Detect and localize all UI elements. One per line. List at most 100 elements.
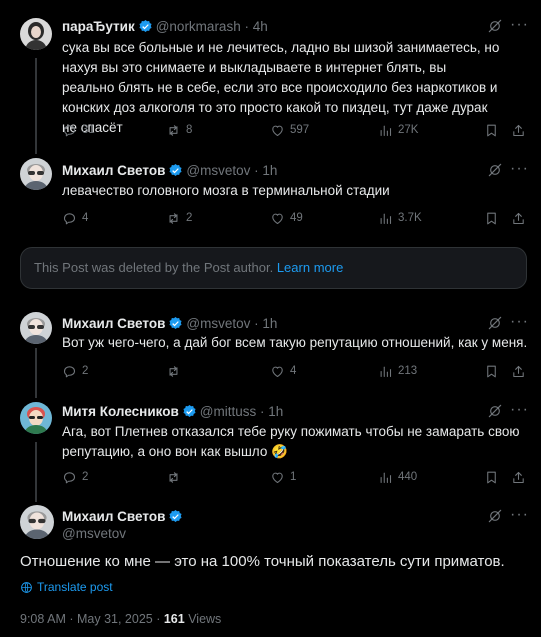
post-header: параЂутик @norkmarash · 4h xyxy=(62,18,268,38)
bookmark-button[interactable] xyxy=(484,467,499,487)
like-count: 597 xyxy=(290,124,310,136)
handle[interactable]: @norkmarash xyxy=(156,19,241,34)
handle[interactable]: @msvetov xyxy=(186,163,250,178)
translate-label: Translate post xyxy=(37,580,113,594)
grok-icon[interactable] xyxy=(487,18,503,34)
reply-button[interactable]: 31 xyxy=(62,120,95,140)
repost-icon xyxy=(166,364,181,379)
like-button[interactable]: 597 xyxy=(270,120,309,140)
reply-icon xyxy=(62,364,77,379)
display-name[interactable]: Михаил Светов xyxy=(62,509,165,524)
views-button[interactable]: 3.7K xyxy=(378,208,422,228)
share-icon xyxy=(511,364,526,379)
display-name[interactable]: параЂутик xyxy=(62,19,135,34)
translate-post-link[interactable]: Translate post xyxy=(20,580,113,594)
more-icon[interactable]: ··· xyxy=(510,314,529,330)
post-text: Ага, вот Плетнев отказался тебе руку пож… xyxy=(62,424,520,459)
views-count: 3.7K xyxy=(398,212,422,224)
views-button[interactable]: 440 xyxy=(378,467,417,487)
post-time[interactable]: 9:08 AM xyxy=(20,612,66,626)
bookmark-button[interactable] xyxy=(484,361,499,381)
action-bar: 4 2 49 3.7K xyxy=(62,208,534,228)
post-metadata: 9:08 AM · May 31, 2025 · 161 Views xyxy=(20,612,222,626)
grok-icon[interactable] xyxy=(487,508,503,524)
views-count: 27K xyxy=(398,124,419,136)
views-count: 161 xyxy=(163,612,185,626)
grok-icon[interactable] xyxy=(487,315,503,331)
repost-count: 2 xyxy=(186,212,193,224)
display-name[interactable]: Михаил Светов xyxy=(62,316,165,331)
avatar[interactable] xyxy=(20,158,52,190)
avatar[interactable] xyxy=(20,18,52,50)
action-bar: 31 8 597 27K xyxy=(62,120,534,140)
timestamp[interactable]: 4h xyxy=(253,19,268,34)
reply-icon xyxy=(62,123,77,138)
like-count: 49 xyxy=(290,212,303,224)
views-count: 213 xyxy=(398,365,418,377)
reply-button[interactable]: 4 xyxy=(62,208,88,228)
display-name[interactable]: Митя Колесников xyxy=(62,404,179,419)
timestamp[interactable]: 1h xyxy=(268,404,283,419)
avatar[interactable] xyxy=(20,505,54,539)
bookmark-button[interactable] xyxy=(484,120,499,140)
handle[interactable]: @msvetov xyxy=(62,526,126,541)
action-bar: 2 4 213 xyxy=(62,361,534,381)
share-icon xyxy=(511,211,526,226)
more-icon[interactable]: ··· xyxy=(510,161,529,177)
post-text: левачество головного мозга в терминально… xyxy=(62,183,390,198)
post-text: Вот уж чего-чего, а дай бог всем такую р… xyxy=(62,335,528,350)
verified-badge-icon xyxy=(138,19,153,38)
grok-icon[interactable] xyxy=(487,162,503,178)
share-button[interactable] xyxy=(511,361,526,381)
learn-more-link[interactable]: Learn more xyxy=(277,260,343,275)
repost-button[interactable]: 2 xyxy=(166,208,192,228)
share-button[interactable] xyxy=(511,120,526,140)
thread-line xyxy=(35,58,37,154)
more-icon[interactable]: ··· xyxy=(510,507,529,523)
views-count: 440 xyxy=(398,471,418,483)
reply-button[interactable]: 2 xyxy=(62,467,88,487)
repost-button[interactable] xyxy=(166,467,186,487)
bookmark-icon xyxy=(484,123,499,138)
more-icon[interactable]: ··· xyxy=(510,17,529,33)
display-name[interactable]: Михаил Светов xyxy=(62,163,165,178)
views-icon xyxy=(378,364,393,379)
timestamp[interactable]: 1h xyxy=(262,163,277,178)
like-icon xyxy=(270,211,285,226)
views-label: Views xyxy=(188,612,222,626)
action-bar: 2 1 440 xyxy=(62,467,534,487)
like-icon xyxy=(270,123,285,138)
handle[interactable]: @mittuss xyxy=(200,404,256,419)
timestamp[interactable]: 1h xyxy=(262,316,277,331)
views-button[interactable]: 27K xyxy=(378,120,418,140)
handle[interactable]: @msvetov xyxy=(186,316,250,331)
share-icon xyxy=(511,470,526,485)
share-button[interactable] xyxy=(511,467,526,487)
views-button[interactable]: 213 xyxy=(378,361,417,381)
post-header: Михаил Светов xyxy=(62,508,186,528)
bookmark-icon xyxy=(484,211,499,226)
like-icon xyxy=(270,364,285,379)
reply-button[interactable]: 2 xyxy=(62,361,88,381)
verified-badge-icon xyxy=(168,509,183,528)
post-date[interactable]: May 31, 2025 xyxy=(77,612,153,626)
repost-count: 8 xyxy=(186,124,193,136)
like-button[interactable]: 4 xyxy=(270,361,296,381)
like-button[interactable]: 49 xyxy=(270,208,303,228)
repost-button[interactable] xyxy=(166,361,186,381)
grok-icon[interactable] xyxy=(487,403,503,419)
like-icon xyxy=(270,470,285,485)
repost-button[interactable]: 8 xyxy=(166,120,192,140)
avatar[interactable] xyxy=(20,402,52,434)
reply-icon xyxy=(62,211,77,226)
avatar[interactable] xyxy=(20,312,52,344)
reply-icon xyxy=(62,470,77,485)
like-button[interactable]: 1 xyxy=(270,467,296,487)
share-button[interactable] xyxy=(511,208,526,228)
like-count: 4 xyxy=(290,365,297,377)
more-icon[interactable]: ··· xyxy=(510,402,529,418)
bookmark-button[interactable] xyxy=(484,208,499,228)
thread-line xyxy=(35,348,37,398)
reply-count: 2 xyxy=(82,365,89,377)
thread-line xyxy=(35,442,37,502)
